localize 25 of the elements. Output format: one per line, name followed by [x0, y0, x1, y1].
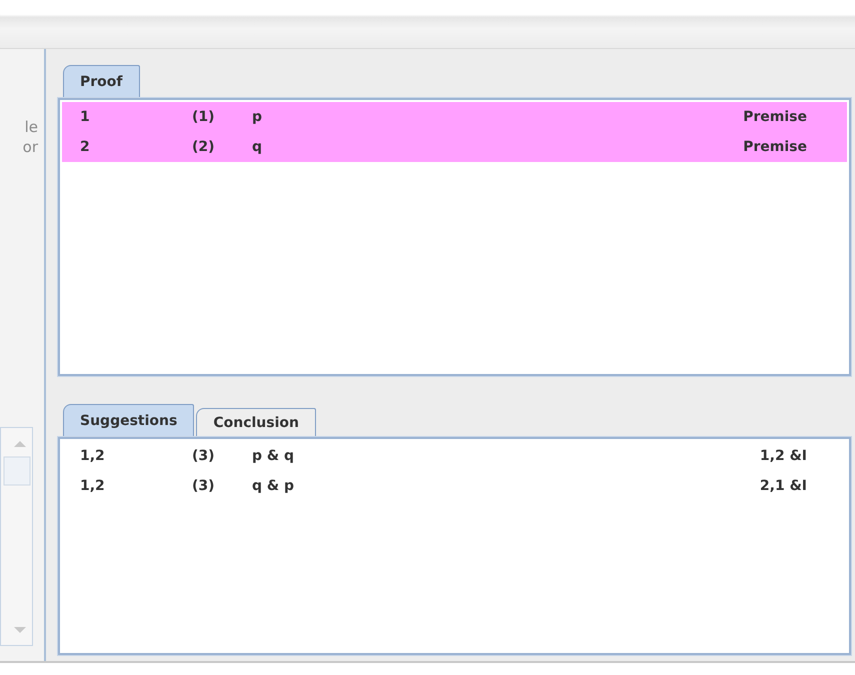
step-number: (1): [192, 109, 216, 125]
step-number: (3): [192, 478, 216, 494]
step-number: (3): [192, 448, 216, 464]
side-text: le: [24, 117, 39, 137]
tab[interactable]: Proof: [63, 65, 140, 98]
rule: Premise: [743, 109, 807, 125]
rule: Premise: [743, 139, 807, 155]
rule: 2,1 &I: [760, 478, 807, 494]
side-text: or: [22, 137, 39, 157]
list-row[interactable]: 2 (2) q Premise: [62, 132, 847, 162]
formula: q: [252, 139, 264, 155]
line-numbers: 1: [80, 109, 91, 125]
step-number: (2): [192, 139, 216, 155]
rule: 1,2 &I: [760, 448, 807, 464]
tab[interactable]: Suggestions: [63, 404, 194, 437]
list-row[interactable]: 1,2 (3) q & p 2,1 &I: [62, 471, 847, 501]
formula: p: [252, 109, 264, 125]
line-numbers: 1,2: [80, 478, 106, 494]
list-row[interactable]: 1,2 (3) p & q 1,2 &I: [62, 441, 847, 471]
list-row[interactable]: 1 (1) p Premise: [62, 102, 847, 132]
formula: p & q: [252, 448, 295, 464]
formula: q & p: [252, 478, 295, 494]
tab[interactable]: Conclusion: [196, 408, 316, 437]
line-numbers: 1,2: [80, 448, 106, 464]
line-numbers: 2: [80, 139, 91, 155]
